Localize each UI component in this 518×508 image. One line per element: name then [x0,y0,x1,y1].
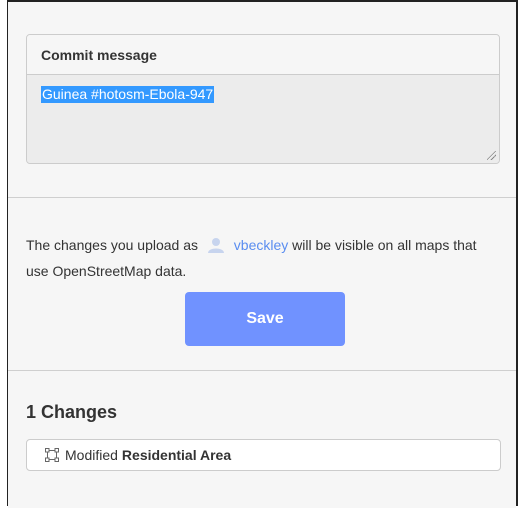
commit-section: Commit message Guinea #hotosm-Ebola-947 [8,2,516,198]
resize-grip-icon[interactable] [487,151,496,160]
commit-message-text[interactable]: Guinea #hotosm-Ebola-947 [41,86,215,103]
commit-message-label: Commit message [27,35,499,75]
user-icon [207,238,224,253]
change-target: Residential Area [121,447,232,463]
save-panel: Commit message Guinea #hotosm-Ebola-947 … [7,0,518,508]
change-action: Modified [65,447,118,463]
commit-message-box: Commit message Guinea #hotosm-Ebola-947 [26,34,500,164]
changes-title: 1 Changes [26,402,118,422]
upload-section: The changes you upload as vbeckley will … [8,199,516,371]
change-item[interactable]: Modified Residential Area [26,439,501,471]
area-icon [45,448,59,462]
upload-notice-prefix: The changes you upload as [26,237,199,253]
changes-section: 1 Changes Modified Residential Area [8,372,516,508]
username-link[interactable]: vbeckley [234,237,288,253]
save-button[interactable]: Save [185,292,345,346]
page-frame: Commit message Guinea #hotosm-Ebola-947 … [0,0,518,508]
upload-notice: The changes you upload as vbeckley will … [26,232,496,284]
